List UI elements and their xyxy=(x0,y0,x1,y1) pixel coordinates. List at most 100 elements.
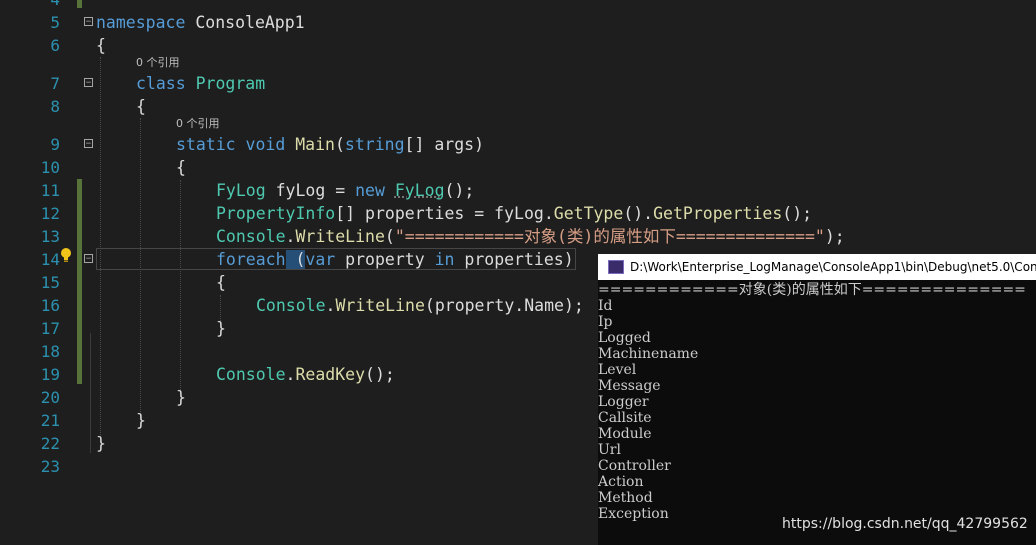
line-number: 23 xyxy=(40,457,60,476)
brace: { xyxy=(216,273,226,292)
method-writeline: WriteLine xyxy=(295,227,385,246)
code-line-10[interactable]: { xyxy=(176,156,186,179)
line-number: 20 xyxy=(40,388,60,407)
call-end: (); xyxy=(444,181,475,200)
call-end: ); xyxy=(824,227,845,246)
collapse-icon[interactable]: − xyxy=(84,254,93,264)
line-number: 4 xyxy=(0,0,60,11)
brace: } xyxy=(96,434,106,453)
console-line: ============对象(类)的属性如下============== xyxy=(598,282,1026,298)
paren: ( xyxy=(334,135,345,154)
dot: . xyxy=(285,227,296,246)
console-title-bar[interactable]: D:\Work\Enterprise_LogManage\ConsoleApp1… xyxy=(598,254,1036,280)
keyword-class: class xyxy=(136,74,186,93)
brace: } xyxy=(176,388,186,407)
brace: } xyxy=(136,411,146,430)
collapse-icon[interactable]: − xyxy=(84,78,93,88)
code-line-14[interactable]: foreach (var property in properties) xyxy=(216,248,574,271)
code-line-12[interactable]: PropertyInfo[] properties = fyLog.GetTyp… xyxy=(216,202,812,225)
brace: } xyxy=(216,319,226,338)
indent-guide xyxy=(100,57,101,435)
line-number: 11 xyxy=(40,181,60,200)
call-args: (property.Name); xyxy=(424,296,584,315)
console-app-icon xyxy=(608,259,624,274)
console-output[interactable]: ============对象(类)的属性如下============== Id … xyxy=(598,282,1036,522)
codelens-references[interactable]: 0 个引用 xyxy=(136,55,180,71)
line-number: 17 xyxy=(40,319,60,338)
lightbulb-icon[interactable] xyxy=(60,247,72,263)
console-line: Logged xyxy=(598,330,651,346)
console-line: Module xyxy=(598,426,652,442)
line-number: 10 xyxy=(40,158,60,177)
line-number: 5 xyxy=(50,13,60,32)
line-number: 6 xyxy=(50,36,60,55)
collapse-icon[interactable]: − xyxy=(84,139,93,149)
code-line-11[interactable]: FyLog fyLog = new FyLog(); xyxy=(216,179,474,202)
string-literal: "============对象(类)的属性如下==============" xyxy=(394,227,825,246)
brace: { xyxy=(136,97,146,116)
var-property: property xyxy=(335,250,435,269)
change-marker xyxy=(77,0,82,8)
type-fylog-ctor: FyLog xyxy=(394,181,445,200)
keyword-string: string xyxy=(344,135,405,154)
console-line: Level xyxy=(598,362,637,378)
code-line-22[interactable]: } xyxy=(96,432,106,455)
change-bar xyxy=(77,179,82,384)
collapse-icon[interactable]: − xyxy=(84,17,93,27)
console-line: Logger xyxy=(598,394,649,410)
line-number: 19 xyxy=(40,365,60,384)
line-number: 18 xyxy=(40,342,60,361)
var-fylog: fyLog = xyxy=(265,181,356,200)
code-line-5[interactable]: namespace ConsoleApp1 xyxy=(96,11,305,34)
line-number: 16 xyxy=(40,296,60,315)
console-line: Message xyxy=(598,378,661,394)
console-line: Controller xyxy=(598,458,671,474)
type-console: Console xyxy=(216,365,286,384)
method-writeline: WriteLine xyxy=(335,296,425,315)
console-line: Id xyxy=(598,298,613,314)
line-number: 9 xyxy=(50,135,60,154)
keyword-foreach: foreach xyxy=(216,250,286,269)
keyword-static: static xyxy=(176,135,236,154)
paren-match: ( xyxy=(285,250,306,269)
console-line: Method xyxy=(598,490,653,506)
code-line-15[interactable]: { xyxy=(216,271,226,294)
code-line-8[interactable]: { xyxy=(136,95,146,118)
keyword-void: void xyxy=(245,135,286,154)
call-end: (); xyxy=(365,365,395,384)
line-number: 7 xyxy=(50,74,60,93)
brace: { xyxy=(96,36,106,55)
code-line-19[interactable]: Console.ReadKey(); xyxy=(216,363,395,386)
console-line: Callsite xyxy=(598,410,652,426)
line-number: 21 xyxy=(40,411,60,430)
keyword-new: new xyxy=(355,181,385,200)
brace: { xyxy=(176,158,186,177)
console-line: Ip xyxy=(598,314,613,330)
codelens-references[interactable]: 0 个引用 xyxy=(176,116,220,132)
keyword-in: in xyxy=(434,250,455,269)
code-line-6[interactable]: { xyxy=(96,34,106,57)
class-name: Program xyxy=(195,74,266,93)
code-line-17[interactable]: } xyxy=(216,317,226,340)
console-title-text: D:\Work\Enterprise_LogManage\ConsoleApp1… xyxy=(630,260,1036,274)
dot: . xyxy=(285,365,296,384)
console-window[interactable]: D:\Work\Enterprise_LogManage\ConsoleApp1… xyxy=(598,254,1036,545)
code-line-16[interactable]: Console.WriteLine(property.Name); xyxy=(256,294,584,317)
code-line-9[interactable]: static void Main(string[] args) xyxy=(176,133,484,156)
code-line-20[interactable]: } xyxy=(176,386,186,409)
keyword-namespace: namespace xyxy=(96,13,186,32)
code-line-21[interactable]: } xyxy=(136,409,146,432)
code-line-7[interactable]: class Program xyxy=(136,72,265,95)
line-number: 8 xyxy=(50,97,60,116)
namespace-name: ConsoleApp1 xyxy=(185,13,305,32)
type-console: Console xyxy=(216,227,286,246)
args: [] args) xyxy=(404,135,485,154)
method-readkey: ReadKey xyxy=(295,365,366,384)
watermark: https://blog.csdn.net/qq_42799562 xyxy=(782,516,1028,532)
line-number: 14 xyxy=(40,250,60,269)
type-propertyinfo: PropertyInfo xyxy=(216,204,336,223)
method-gettype: GetType xyxy=(553,204,624,223)
code-line-13[interactable]: Console.WriteLine("============对象(类)的属性如… xyxy=(216,225,845,248)
paren: ( xyxy=(384,227,395,246)
fold-region-line xyxy=(90,333,91,453)
